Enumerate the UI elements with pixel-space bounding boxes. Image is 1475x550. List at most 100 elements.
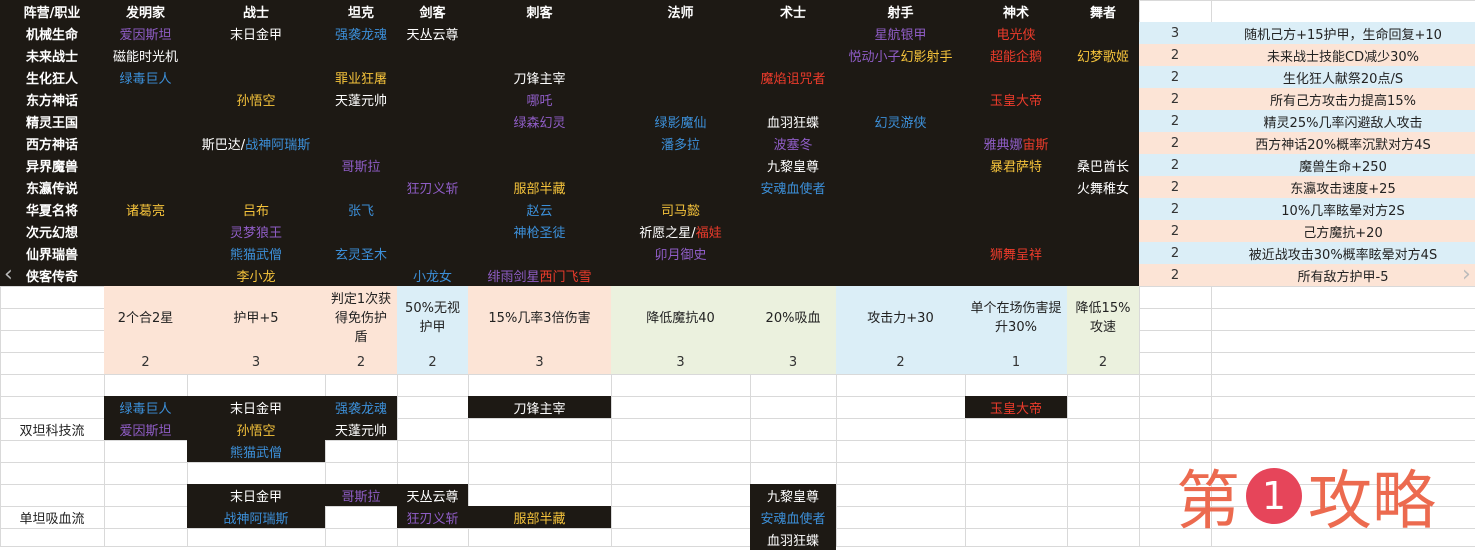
hero-cell[interactable]: 李小龙 xyxy=(187,264,325,286)
hero-cell[interactable]: 小龙女 xyxy=(397,264,468,286)
hero-cell[interactable]: 熊猫武僧 xyxy=(187,242,325,264)
hero-cell[interactable]: 玄灵圣木 xyxy=(325,242,397,264)
hero-cell[interactable]: 天蓬元帅 xyxy=(325,88,397,110)
hero-cell[interactable]: 诸葛亮 xyxy=(104,198,187,220)
hero-cell[interactable]: 波塞冬 xyxy=(750,132,836,154)
build-hero-cell[interactable]: 孙悟空 xyxy=(187,418,325,440)
hero-cell[interactable]: 哪吒 xyxy=(468,88,611,110)
hero-cell[interactable]: 幻梦歌姬 xyxy=(1067,44,1139,66)
faction-label: 东瀛传说 xyxy=(25,181,78,197)
hero-cell[interactable]: 电光侠 xyxy=(965,22,1067,44)
hero-cell[interactable]: 刀锋主宰 xyxy=(468,66,611,88)
faction-bonus-effect: 东瀛攻击速度+25 xyxy=(1211,176,1475,198)
hero-cell[interactable]: 强袭龙魂 xyxy=(325,22,397,44)
build-hero-cell[interactable]: 末日金甲 xyxy=(187,396,325,418)
hero-name: 桑巴酋长 xyxy=(1076,159,1129,175)
faction-bonus-effect: 西方神话20%概率沉默对方4S xyxy=(1211,132,1475,154)
hero-cell[interactable]: 神枪圣徒 xyxy=(468,220,611,242)
hero-cell[interactable]: 灵梦狼王 xyxy=(187,220,325,242)
faction-bonus-effect: 未来战士技能CD减少30% xyxy=(1211,44,1475,66)
build-hero-cell[interactable]: 血羽狂蝶 xyxy=(750,528,836,550)
hero-cell[interactable]: 祈愿之星/福娃 xyxy=(611,220,750,242)
faction-bonus-count: 2 xyxy=(1139,220,1211,242)
hero-cell[interactable]: 张飞 xyxy=(325,198,397,220)
class-bonus-effect: 降低15%攻速 xyxy=(1067,286,1139,350)
hero-name: 玉皇大帝 xyxy=(989,401,1042,417)
hero-name: 服部半藏 xyxy=(513,181,566,197)
build-hero-cell[interactable]: 爱因斯坦 xyxy=(104,418,187,440)
hero-cell[interactable]: 斯巴达/战神阿瑞斯 xyxy=(187,132,325,154)
hero-cell[interactable]: 悦动小子 幻影射手 xyxy=(836,44,965,66)
hero-name: 战神阿瑞斯 xyxy=(223,511,289,527)
hero-cell[interactable]: 绿森幻灵 xyxy=(468,110,611,132)
hero-cell[interactable]: 磁能时光机 xyxy=(104,44,187,66)
hero-cell[interactable]: 司马懿 xyxy=(611,198,750,220)
hero-name: 小龙女 xyxy=(412,269,452,285)
hero-cell[interactable]: 安魂血使者 xyxy=(750,176,836,198)
build-hero-cell[interactable]: 玉皇大帝 xyxy=(965,396,1067,418)
hero-cell[interactable]: 桑巴酋长 xyxy=(1067,154,1139,176)
build-hero-cell[interactable]: 安魂血使者 xyxy=(750,506,836,528)
hero-cell[interactable]: 吕布 xyxy=(187,198,325,220)
hero-cell[interactable]: 天丛云尊 xyxy=(397,22,468,44)
hero-cell[interactable]: 绿毒巨人 xyxy=(104,66,187,88)
class-bonus-count: 1 xyxy=(965,350,1067,374)
hero-cell[interactable]: 雅典娜 宙斯 xyxy=(965,132,1067,154)
hero-name: 磁能时光机 xyxy=(112,49,178,65)
hero-name: 赵云 xyxy=(526,203,553,219)
build-hero-cell[interactable]: 强袭龙魂 xyxy=(325,396,397,418)
hero-cell[interactable]: 星航银甲 xyxy=(836,22,965,44)
class-bonus-effect: 15%几率3倍伤害 xyxy=(468,286,611,350)
hero-name: 诸葛亮 xyxy=(125,203,165,219)
faction-bonus-count: 2 xyxy=(1139,264,1211,286)
hero-cell[interactable]: 服部半藏 xyxy=(468,176,611,198)
build-hero-cell[interactable]: 绿毒巨人 xyxy=(104,396,187,418)
hero-name: 祈愿之星/ xyxy=(639,225,696,241)
class-bonus-count: 2 xyxy=(397,350,468,374)
build-hero-cell[interactable]: 熊猫武僧 xyxy=(187,440,325,462)
hero-cell[interactable]: 幻灵游侠 xyxy=(836,110,965,132)
build-hero-cell[interactable]: 战神阿瑞斯 xyxy=(187,506,325,528)
hero-name: 安魂血使者 xyxy=(760,181,826,197)
build-hero-cell[interactable]: 狂刃义斩 xyxy=(397,506,468,528)
build-hero-cell[interactable]: 末日金甲 xyxy=(187,484,325,506)
build-hero-cell[interactable]: 哥斯拉 xyxy=(325,484,397,506)
hero-cell[interactable]: 爱因斯坦 xyxy=(104,22,187,44)
hero-cell[interactable]: 玉皇大帝 xyxy=(965,88,1067,110)
build-hero-cell[interactable]: 刀锋主宰 xyxy=(468,396,611,418)
hero-name: 暴君萨特 xyxy=(989,159,1042,175)
build-hero-cell[interactable]: 天蓬元帅 xyxy=(325,418,397,440)
hero-cell[interactable]: 超能企鹅 xyxy=(965,44,1067,66)
hero-cell[interactable]: 绯雨剑星 西门飞雪 xyxy=(468,264,611,286)
faction-bonus-effect: 被近战攻击30%概率眩晕对方4S xyxy=(1211,242,1475,264)
hero-cell[interactable]: 九黎皇尊 xyxy=(750,154,836,176)
faction-bonus-count: 3 xyxy=(1139,22,1211,44)
class-bonus-text: 单个在场伤害提升30% xyxy=(970,301,1062,335)
hero-cell[interactable]: 暴君萨特 xyxy=(965,154,1067,176)
hero-cell[interactable]: 末日金甲 xyxy=(187,22,325,44)
hero-cell[interactable]: 血羽狂蝶 xyxy=(750,110,836,132)
hero-name: 天丛云尊 xyxy=(406,489,459,505)
hero-cell[interactable]: 赵云 xyxy=(468,198,611,220)
hero-cell[interactable]: 孙悟空 xyxy=(187,88,325,110)
build-hero-cell[interactable]: 天丛云尊 xyxy=(397,484,468,506)
hero-cell[interactable]: 哥斯拉 xyxy=(325,154,397,176)
hero-cell[interactable]: 火舞稚女 xyxy=(1067,176,1139,198)
build-hero-cell[interactable]: 服部半藏 xyxy=(468,506,611,528)
scroll-right-icon[interactable]: › xyxy=(1462,262,1471,287)
hero-cell[interactable]: 卯月御史 xyxy=(611,242,750,264)
hero-cell[interactable]: 狂刃义斩 xyxy=(397,176,468,198)
build-hero-cell[interactable]: 九黎皇尊 xyxy=(750,484,836,506)
watermark-number-badge: 1 xyxy=(1246,468,1302,524)
faction-bonus-effect: 所有敌方护甲-5 xyxy=(1211,264,1475,286)
hero-cell[interactable]: 狮舞呈祥 xyxy=(965,242,1067,264)
class-bonus-text: 判定1次获得免伤护盾 xyxy=(330,291,392,345)
hero-name: 卯月御史 xyxy=(654,247,707,263)
hero-cell[interactable]: 绿影魔仙 xyxy=(611,110,750,132)
scroll-left-icon[interactable]: ‹ xyxy=(4,262,13,287)
column-header: 神术 xyxy=(1002,5,1029,21)
hero-cell[interactable]: 魔焰诅咒者 xyxy=(750,66,836,88)
hero-name: 魔焰诅咒者 xyxy=(760,71,826,87)
hero-cell[interactable]: 潘多拉 xyxy=(611,132,750,154)
hero-cell[interactable]: 罪业狂屠 xyxy=(325,66,397,88)
